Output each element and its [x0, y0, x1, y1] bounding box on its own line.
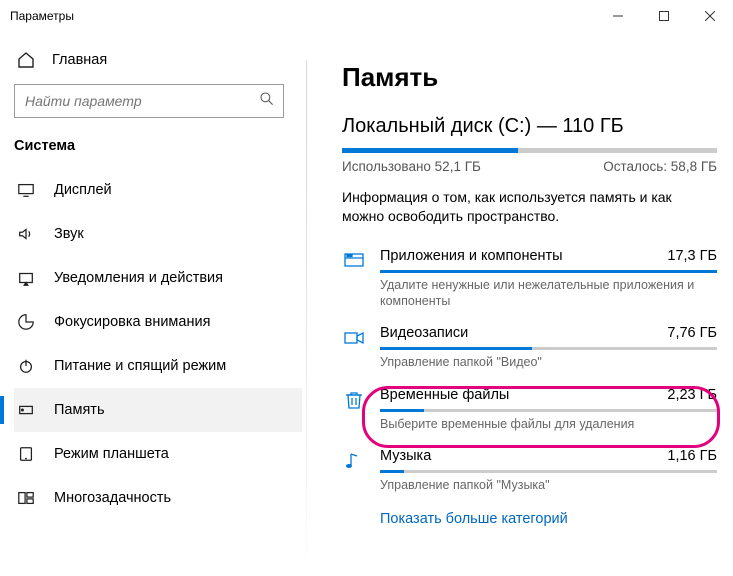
sidebar-group-header: Система [14, 136, 302, 168]
maximize-button[interactable] [641, 0, 687, 32]
category-sub: Удалите ненужные или нежелательные прило… [380, 277, 717, 310]
sound-icon [16, 225, 36, 243]
sidebar-home[interactable]: Главная [14, 44, 302, 84]
music-icon [342, 448, 366, 493]
sidebar-home-label: Главная [52, 52, 107, 68]
sidebar-item-label: Уведомления и действия [54, 270, 223, 286]
sidebar-item-label: Фокусировка внимания [54, 314, 210, 330]
category-size: 7,76 ГБ [667, 325, 717, 341]
category-title: Видеозаписи [380, 325, 468, 341]
more-categories-link[interactable]: Показать больше категорий [342, 503, 568, 527]
focus-icon [16, 313, 36, 331]
category-title: Приложения и компоненты [380, 248, 563, 264]
sidebar-item-focus[interactable]: Фокусировка внимания [14, 300, 302, 344]
search-input[interactable] [25, 93, 259, 109]
disk-usage-fill [342, 148, 518, 153]
sidebar-item-label: Память [54, 402, 105, 418]
apps-icon [342, 248, 366, 310]
sidebar-item-label: Многозадачность [54, 490, 171, 506]
category-sub: Управление папкой "Музыка" [380, 477, 717, 493]
sidebar-item-notifications[interactable]: Уведомления и действия [14, 256, 302, 300]
storage-icon [16, 401, 36, 419]
window-title: Параметры [10, 9, 595, 23]
disk-title: Локальный диск (C:) — 110 ГБ [342, 115, 717, 138]
category-sub: Управление папкой "Видео" [380, 354, 717, 370]
category-video[interactable]: Видеозаписи 7,76 ГБ Управление папкой "Ви… [342, 319, 717, 380]
sidebar-item-display[interactable]: Дисплей [14, 168, 302, 212]
main-panel: Память Локальный диск (C:) — 110 ГБ Испо… [306, 32, 733, 576]
video-icon [342, 325, 366, 370]
display-icon [16, 181, 36, 199]
category-size: 17,3 ГБ [667, 248, 717, 264]
sidebar-item-label: Дисплей [54, 182, 112, 198]
page-title: Память [342, 62, 717, 93]
sidebar-item-storage[interactable]: Память [14, 388, 302, 432]
sidebar-item-power[interactable]: Питание и спящий режим [14, 344, 302, 388]
sidebar-item-label: Звук [54, 226, 84, 242]
category-sub: Выберите временные файлы для удаления [380, 416, 717, 432]
close-button[interactable] [687, 0, 733, 32]
category-size: 1,16 ГБ [667, 448, 717, 464]
sidebar-item-multitasking[interactable]: Многозадачность [14, 476, 302, 520]
disk-usage-bar [342, 148, 717, 153]
info-text: Информация о том, как используется памят… [342, 188, 717, 226]
category-apps[interactable]: Приложения и компоненты 17,3 ГБ Удалите н… [342, 242, 717, 320]
minimize-button[interactable] [595, 0, 641, 32]
multitasking-icon [16, 489, 36, 507]
search-icon [259, 91, 275, 112]
category-size: 2,23 ГБ [667, 387, 717, 403]
titlebar: Параметры [0, 0, 733, 32]
category-temp-files[interactable]: Временные файлы 2,23 ГБ Выберите временны… [342, 381, 717, 442]
disk-free-label: Осталось: 58,8 ГБ [603, 159, 717, 174]
category-title: Временные файлы [380, 387, 509, 403]
sidebar-item-label: Питание и спящий режим [54, 358, 226, 374]
sidebar-item-sound[interactable]: Звук [14, 212, 302, 256]
category-title: Музыка [380, 448, 431, 464]
divider [306, 60, 307, 576]
notifications-icon [16, 269, 36, 287]
trash-icon [342, 387, 366, 432]
disk-used-label: Использовано 52,1 ГБ [342, 159, 481, 174]
sidebar-item-tablet[interactable]: Режим планшета [14, 432, 302, 476]
category-music[interactable]: Музыка 1,16 ГБ Управление папкой "Музыка" [342, 442, 717, 503]
sidebar-item-label: Режим планшета [54, 446, 169, 462]
sidebar: Главная Система Дисплей Звук Уведомления… [0, 32, 306, 576]
search-box[interactable] [14, 84, 284, 118]
power-icon [16, 357, 36, 375]
home-icon [16, 50, 36, 70]
tablet-icon [16, 445, 36, 463]
